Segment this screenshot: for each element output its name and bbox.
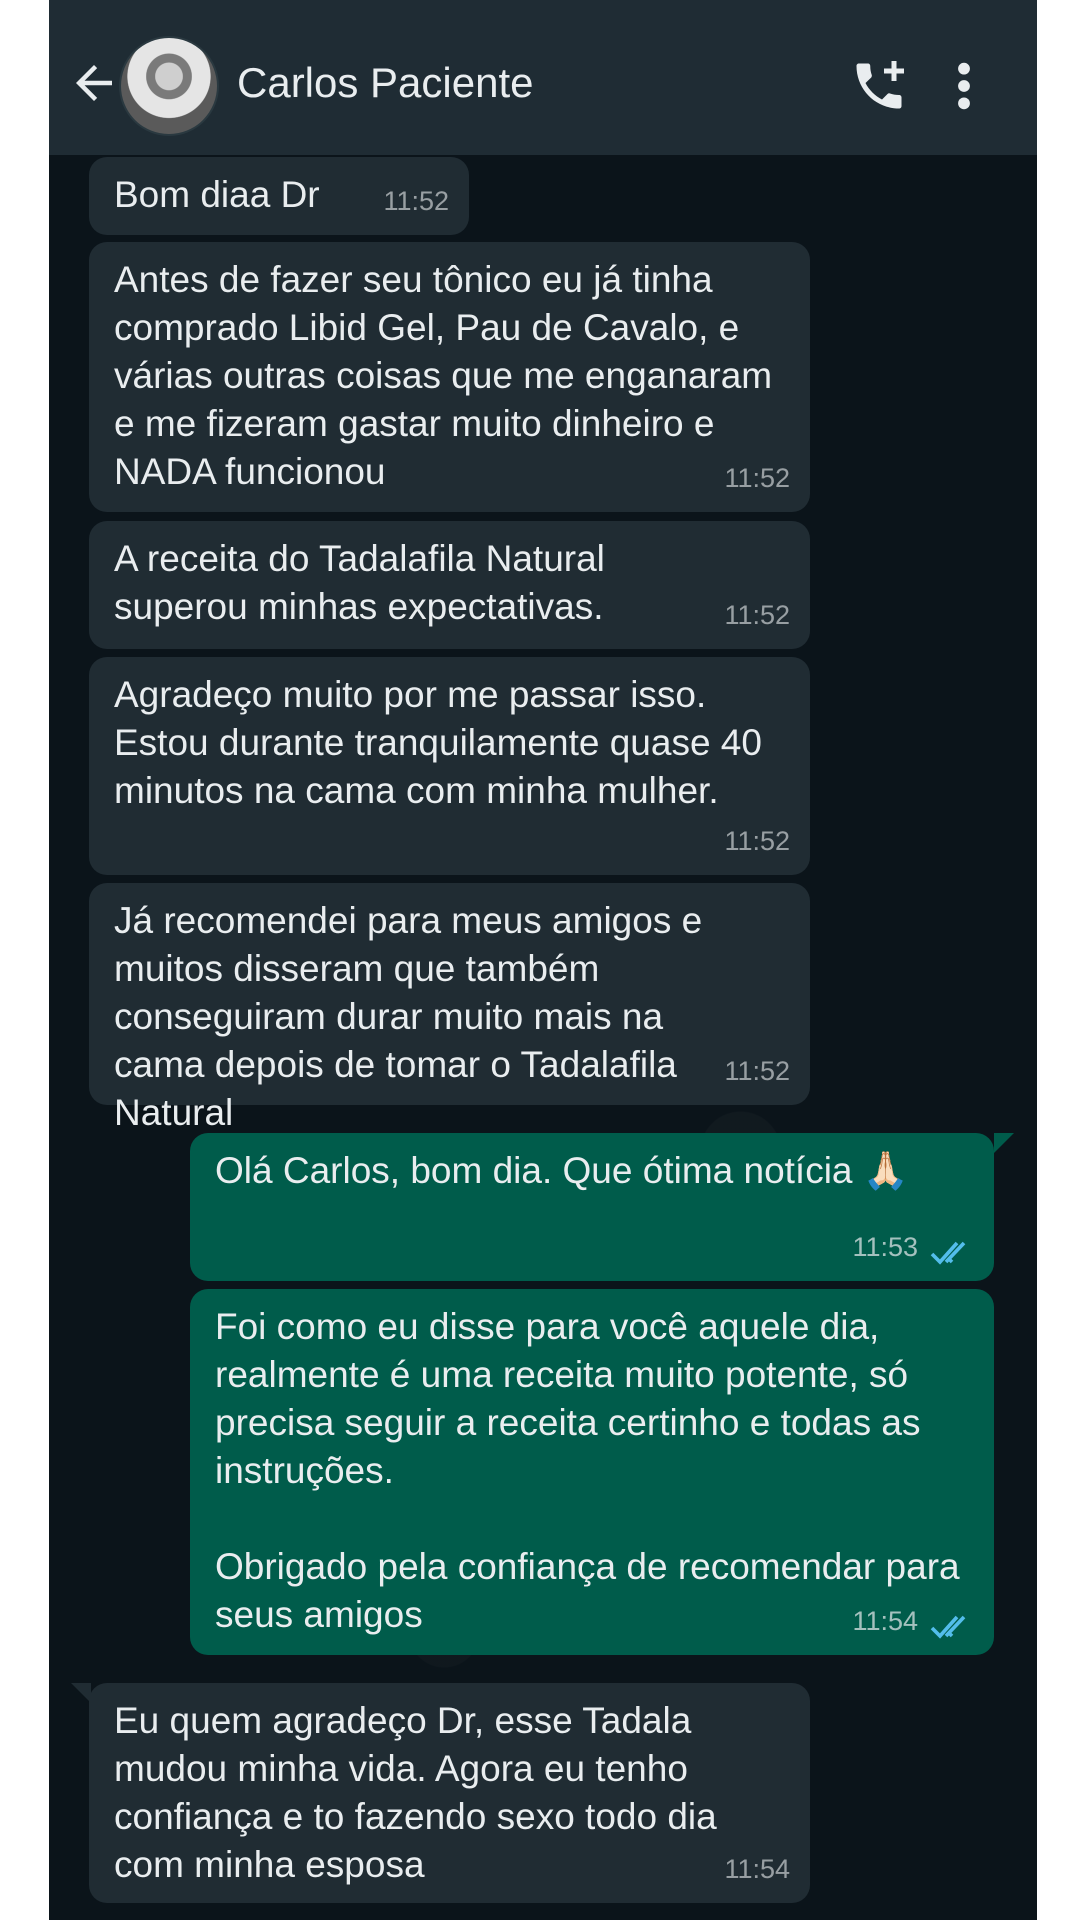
avatar[interactable] — [119, 36, 219, 136]
message-bubble-outgoing[interactable]: Foi como eu disse para você aquele dia, … — [190, 1289, 994, 1655]
message-bubble-incoming[interactable]: Eu quem agradeço Dr, esse Tadala mudou m… — [89, 1683, 810, 1903]
message-text: Antes de fazer seu tônico eu já tinha co… — [114, 259, 783, 492]
chat-screen: Carlos Paciente Bom diaa Dr 11:52 Antes … — [49, 0, 1037, 1920]
double-check-read-icon — [930, 1615, 966, 1639]
message-bubble-incoming[interactable]: Agradeço muito por me passar isso. Estou… — [89, 657, 810, 875]
message-text: Agradeço muito por me passar isso. Estou… — [114, 674, 773, 811]
message-bubble-incoming[interactable]: Antes de fazer seu tônico eu já tinha co… — [89, 242, 810, 512]
message-bubble-incoming[interactable]: A receita do Tadalafila Natural superou … — [89, 521, 810, 649]
chat-header: Carlos Paciente — [49, 0, 1037, 155]
message-text: Eu quem agradeço Dr, esse Tadala mudou m… — [114, 1700, 727, 1885]
arrow-left-icon[interactable] — [67, 56, 121, 110]
message-text: Foi como eu disse para você aquele dia, … — [215, 1306, 960, 1635]
message-bubble-incoming[interactable]: Bom diaa Dr 11:52 — [89, 157, 469, 235]
bubble-tail — [71, 1683, 91, 1703]
message-time: 11:52 — [724, 463, 790, 493]
message-bubble-incoming[interactable]: Já recomendei para meus amigos e muitos … — [89, 883, 810, 1133]
message-bubble-outgoing[interactable]: Olá Carlos, bom dia. Que ótima notícia 🙏… — [190, 1133, 994, 1281]
add-call-icon[interactable] — [849, 56, 909, 116]
message-time: 11:54 — [852, 1606, 918, 1636]
message-time: 11:53 — [852, 1232, 918, 1262]
double-check-read-icon — [930, 1241, 966, 1265]
more-vert-icon[interactable] — [949, 60, 979, 112]
contact-name[interactable]: Carlos Paciente — [237, 58, 533, 108]
message-text: Olá Carlos, bom dia. Que ótima notícia 🙏… — [215, 1150, 909, 1191]
message-time: 11:52 — [724, 600, 790, 630]
message-text: A receita do Tadalafila Natural superou … — [114, 538, 616, 627]
message-time: 11:52 — [383, 186, 449, 216]
bubble-tail — [994, 1133, 1014, 1153]
message-time: 11:52 — [724, 826, 790, 856]
message-time: 11:52 — [724, 1056, 790, 1086]
message-text: Já recomendei para meus amigos e muitos … — [114, 900, 713, 1133]
message-time: 11:54 — [724, 1854, 790, 1884]
